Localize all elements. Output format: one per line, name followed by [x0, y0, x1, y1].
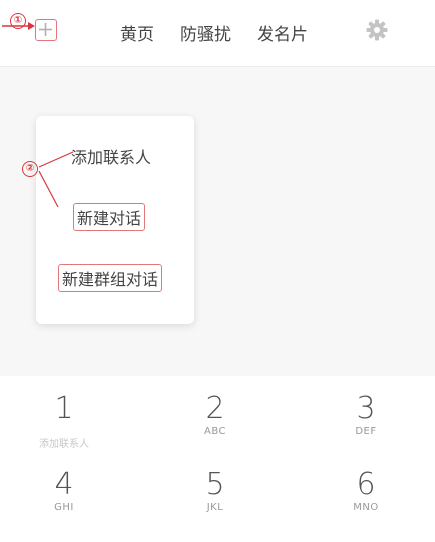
annotation-arrow-icon	[2, 22, 35, 30]
annotation-step-2: ②	[22, 161, 38, 177]
key-letters: JKL	[206, 502, 224, 513]
key-digit: 3	[356, 391, 376, 426]
top-bar: ① 黄页 防骚扰 发名片	[0, 0, 435, 67]
dialpad-key-5[interactable]: 5 JKL	[155, 468, 275, 514]
tab-send-card[interactable]: 发名片	[257, 20, 308, 45]
dialpad-key-6[interactable]: 6 MNO	[306, 468, 426, 514]
tab-yellow-pages[interactable]: 黄页	[120, 20, 154, 45]
tab-anti-harassment[interactable]: 防骚扰	[180, 20, 231, 45]
dialpad-key-2[interactable]: 2 ABC	[155, 392, 275, 438]
key-letters: ABC	[203, 426, 226, 437]
add-button[interactable]	[35, 19, 57, 41]
key-digit: 6	[356, 467, 376, 502]
key-digit: 1	[54, 391, 74, 426]
key-letters: MNO	[353, 502, 379, 513]
dialpad-key-3[interactable]: 3 DEF	[306, 392, 426, 438]
key-sublabel: 添加联系人	[39, 439, 89, 450]
menu-item-add-contact[interactable]: 添加联系人	[71, 144, 151, 168]
key-digit: 4	[54, 467, 74, 502]
contacts-area: 添加联系人 新建对话 新建群组对话 ②	[0, 67, 435, 375]
plus-icon	[39, 23, 52, 36]
key-letters: DEF	[355, 426, 377, 437]
menu-item-new-group-conversation[interactable]: 新建群组对话	[58, 264, 163, 292]
key-digit: 2	[205, 391, 225, 426]
dialpad-key-4[interactable]: 4 GHI	[4, 468, 124, 514]
add-menu-popup: 添加联系人 新建对话 新建群组对话	[36, 116, 194, 324]
menu-item-new-conversation[interactable]: 新建对话	[73, 203, 146, 231]
gear-icon[interactable]	[366, 19, 388, 41]
dialpad: 1 添加联系人 2 ABC 3 DEF 4 GHI 5 JKL 6 MNO	[0, 376, 435, 542]
key-letters: GHI	[54, 502, 74, 513]
key-digit: 5	[205, 467, 225, 502]
dialpad-key-1[interactable]: 1 添加联系人	[4, 392, 124, 452]
